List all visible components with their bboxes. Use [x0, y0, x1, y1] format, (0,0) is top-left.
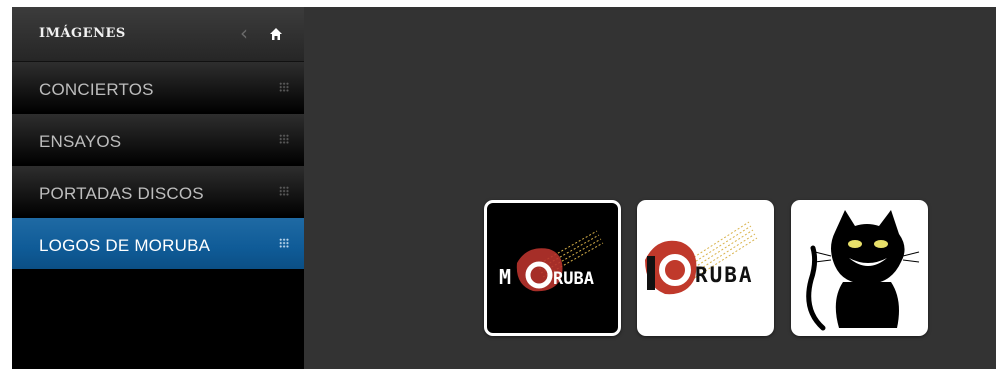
thumbnail-moruba-logo-dark[interactable]: M RUBA: [484, 200, 621, 336]
sidebar-title: IMÁGENES: [39, 26, 126, 41]
sidebar: IMÁGENES ‹ CONCIERTOS ENSAYOS PORTADAS D…: [12, 7, 304, 369]
sidebar-item-ensayos[interactable]: ENSAYOS: [12, 114, 304, 165]
sidebar-item-label: PORTADAS DISCOS: [39, 184, 204, 203]
logo-text-tail: RUBA: [695, 263, 754, 287]
grip-icon: [279, 238, 289, 248]
logo-text-tail: RUBA: [553, 269, 594, 289]
sidebar-item-conciertos[interactable]: CONCIERTOS: [12, 62, 304, 113]
sidebar-item-label: ENSAYOS: [39, 132, 122, 151]
moruba-logo-image: RUBA: [645, 221, 758, 295]
logo-text: M: [499, 265, 511, 289]
thumbnail-moruba-logo-light[interactable]: RUBA: [637, 200, 774, 336]
sidebar-header: IMÁGENES ‹: [12, 7, 304, 62]
home-icon[interactable]: [269, 27, 283, 41]
sidebar-item-logos-de-moruba[interactable]: LOGOS DE MORUBA: [12, 218, 304, 269]
grip-icon: [279, 82, 289, 92]
chevron-left-icon[interactable]: ‹: [236, 23, 252, 43]
grip-icon: [279, 134, 289, 144]
sidebar-item-label: CONCIERTOS: [39, 80, 154, 99]
grip-icon: [279, 186, 289, 196]
app-frame: IMÁGENES ‹ CONCIERTOS ENSAYOS PORTADAS D…: [12, 7, 996, 369]
black-cat-image: [806, 210, 920, 331]
sidebar-item-label: LOGOS DE MORUBA: [39, 236, 211, 255]
thumbnail-black-cat[interactable]: [791, 200, 928, 336]
moruba-logo-image: M RUBA: [499, 230, 604, 292]
sidebar-item-portadas-discos[interactable]: PORTADAS DISCOS: [12, 166, 304, 217]
sidebar-menu: CONCIERTOS ENSAYOS PORTADAS DISCOS LOGOS…: [12, 62, 304, 270]
